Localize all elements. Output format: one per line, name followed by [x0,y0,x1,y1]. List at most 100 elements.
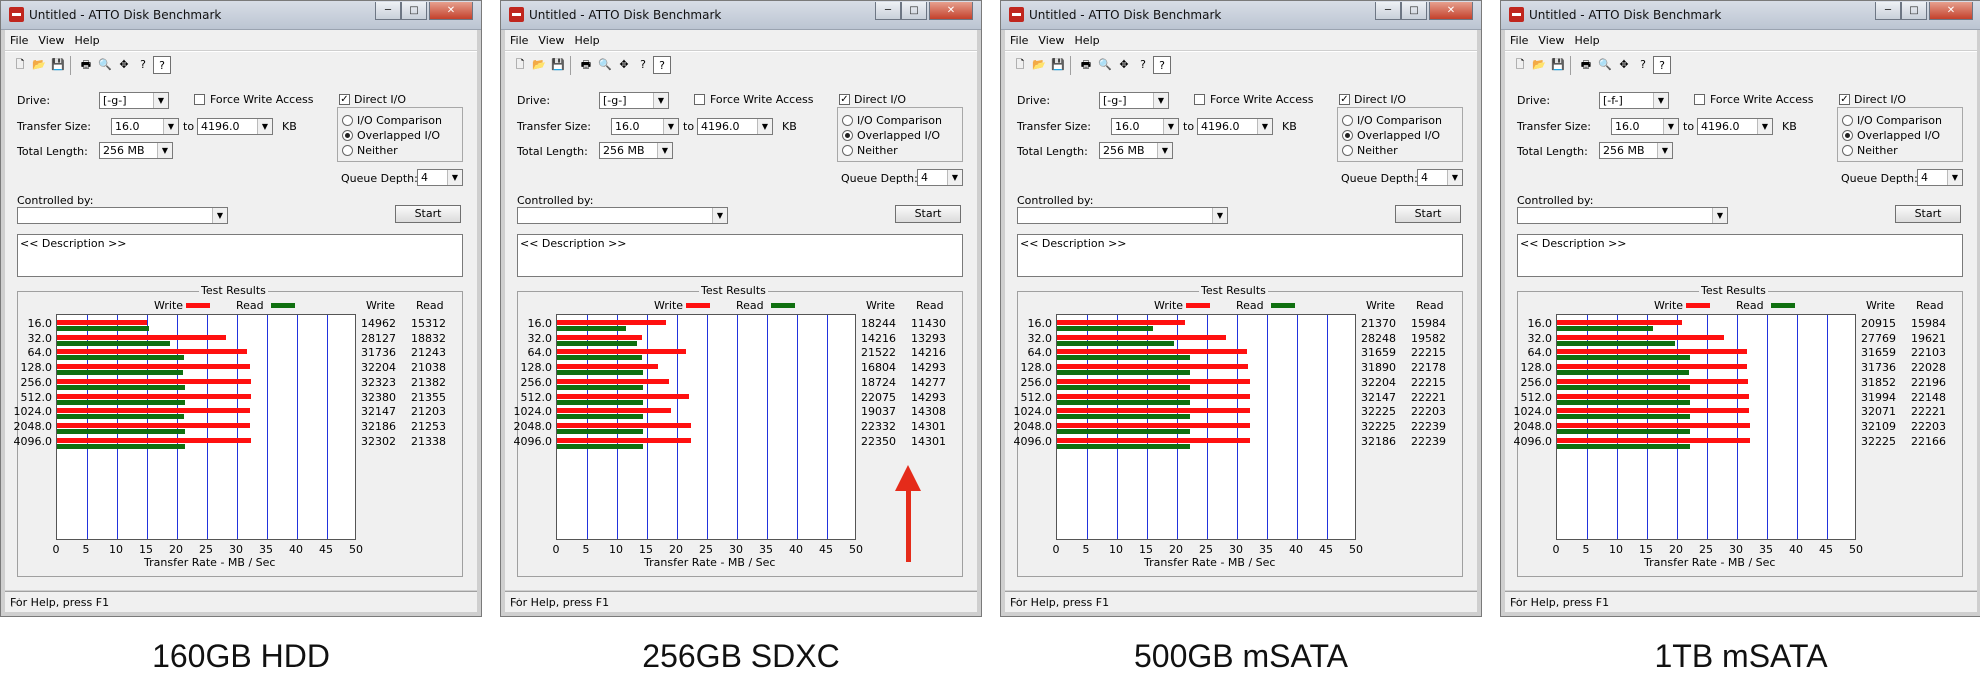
total-length-select[interactable]: 256 MB ▼ [1099,142,1173,159]
description-field[interactable]: << Description >> [1517,234,1963,277]
transfer-to-select[interactable]: 4196.0 ▼ [1697,118,1773,135]
save-icon[interactable]: 💾 [549,56,567,74]
open-icon[interactable]: 📂 [1530,56,1548,74]
menu-file[interactable]: File [10,34,28,47]
force-write-checkbox[interactable] [1694,94,1705,105]
minimize-button[interactable]: ─ [1375,2,1401,20]
menu-file[interactable]: File [510,34,528,47]
help-icon[interactable]: ? [1634,56,1652,74]
queue-depth-select[interactable]: 4 ▼ [1917,169,1963,186]
menu-help[interactable]: Help [75,34,100,47]
new-icon[interactable]: 🗋 [11,56,29,74]
io-comparison-radio[interactable] [842,115,853,126]
transfer-to-select[interactable]: 4196.0 ▼ [697,118,773,135]
description-field[interactable]: << Description >> [17,234,463,277]
print-icon[interactable]: 🖶 [577,56,595,74]
context-help-icon[interactable]: ? [153,56,171,74]
drive-select[interactable]: [-g-] ▼ [99,92,169,109]
menu-help[interactable]: Help [575,34,600,47]
start-button[interactable]: Start [1395,205,1461,223]
direct-io-checkbox[interactable]: ✓ [839,94,850,105]
menu-file[interactable]: File [1010,34,1028,47]
controlled-by-select[interactable]: ▼ [1517,207,1728,224]
menu-view[interactable]: View [1038,34,1064,47]
context-help-icon[interactable]: ? [653,56,671,74]
save-icon[interactable]: 💾 [1049,56,1067,74]
menu-file[interactable]: File [1510,34,1528,47]
print-preview-icon[interactable]: 🔍 [96,56,114,74]
direct-io-checkbox[interactable]: ✓ [1839,94,1850,105]
print-preview-icon[interactable]: 🔍 [1096,56,1114,74]
transfer-from-select[interactable]: 16.0 ▼ [1111,118,1179,135]
new-icon[interactable]: 🗋 [1511,56,1529,74]
io-comparison-radio[interactable] [1342,115,1353,126]
close-button[interactable]: ✕ [1429,2,1473,20]
resize-grip-icon[interactable]: ⋰ [10,596,473,609]
queue-depth-select[interactable]: 4 ▼ [917,169,963,186]
menu-help[interactable]: Help [1575,34,1600,47]
neither-radio[interactable] [1842,145,1853,156]
minimize-button[interactable]: ─ [375,2,401,20]
overlapped-io-radio[interactable] [842,130,853,141]
queue-depth-select[interactable]: 4 ▼ [417,169,463,186]
start-button[interactable]: Start [1895,205,1961,223]
force-write-checkbox[interactable] [194,94,205,105]
new-icon[interactable]: 🗋 [511,56,529,74]
save-icon[interactable]: 💾 [1549,56,1567,74]
force-write-checkbox[interactable] [1194,94,1205,105]
move-icon[interactable]: ✥ [115,56,133,74]
menu-view[interactable]: View [538,34,564,47]
neither-radio[interactable] [1342,145,1353,156]
open-icon[interactable]: 📂 [30,56,48,74]
drive-select[interactable]: [-f-] ▼ [1599,92,1669,109]
force-write-checkbox[interactable] [694,94,705,105]
total-length-select[interactable]: 256 MB ▼ [1599,142,1673,159]
new-icon[interactable]: 🗋 [1011,56,1029,74]
maximize-button[interactable]: □ [1901,2,1927,20]
resize-grip-icon[interactable]: ⋰ [510,596,973,609]
title-bar[interactable]: Untitled - ATTO Disk Benchmark ─ □ ✕ [1001,1,1481,30]
print-icon[interactable]: 🖶 [1077,56,1095,74]
menu-view[interactable]: View [1538,34,1564,47]
maximize-button[interactable]: □ [1401,2,1427,20]
overlapped-io-radio[interactable] [1342,130,1353,141]
context-help-icon[interactable]: ? [1153,56,1171,74]
overlapped-io-radio[interactable] [342,130,353,141]
controlled-by-select[interactable]: ▼ [1017,207,1228,224]
io-comparison-radio[interactable] [1842,115,1853,126]
open-icon[interactable]: 📂 [530,56,548,74]
neither-radio[interactable] [342,145,353,156]
print-preview-icon[interactable]: 🔍 [1596,56,1614,74]
controlled-by-select[interactable]: ▼ [17,207,228,224]
controlled-by-select[interactable]: ▼ [517,207,728,224]
context-help-icon[interactable]: ? [1653,56,1671,74]
resize-grip-icon[interactable]: ⋰ [1510,596,1973,609]
save-icon[interactable]: 💾 [49,56,67,74]
start-button[interactable]: Start [895,205,961,223]
title-bar[interactable]: Untitled - ATTO Disk Benchmark ─ □ ✕ [501,1,981,30]
drive-select[interactable]: [-g-] ▼ [599,92,669,109]
minimize-button[interactable]: ─ [875,2,901,20]
io-comparison-radio[interactable] [342,115,353,126]
total-length-select[interactable]: 256 MB ▼ [599,142,673,159]
description-field[interactable]: << Description >> [1017,234,1463,277]
overlapped-io-radio[interactable] [1842,130,1853,141]
help-icon[interactable]: ? [134,56,152,74]
menu-view[interactable]: View [38,34,64,47]
print-preview-icon[interactable]: 🔍 [596,56,614,74]
move-icon[interactable]: ✥ [1615,56,1633,74]
transfer-from-select[interactable]: 16.0 ▼ [111,118,179,135]
close-button[interactable]: ✕ [429,2,473,20]
transfer-from-select[interactable]: 16.0 ▼ [611,118,679,135]
open-icon[interactable]: 📂 [1030,56,1048,74]
print-icon[interactable]: 🖶 [1577,56,1595,74]
transfer-to-select[interactable]: 4196.0 ▼ [197,118,273,135]
direct-io-checkbox[interactable]: ✓ [339,94,350,105]
close-button[interactable]: ✕ [1929,2,1973,20]
start-button[interactable]: Start [395,205,461,223]
title-bar[interactable]: Untitled - ATTO Disk Benchmark ─ □ ✕ [1501,1,1980,30]
help-icon[interactable]: ? [1134,56,1152,74]
minimize-button[interactable]: ─ [1875,2,1901,20]
title-bar[interactable]: Untitled - ATTO Disk Benchmark ─ □ ✕ [1,1,481,30]
transfer-to-select[interactable]: 4196.0 ▼ [1197,118,1273,135]
